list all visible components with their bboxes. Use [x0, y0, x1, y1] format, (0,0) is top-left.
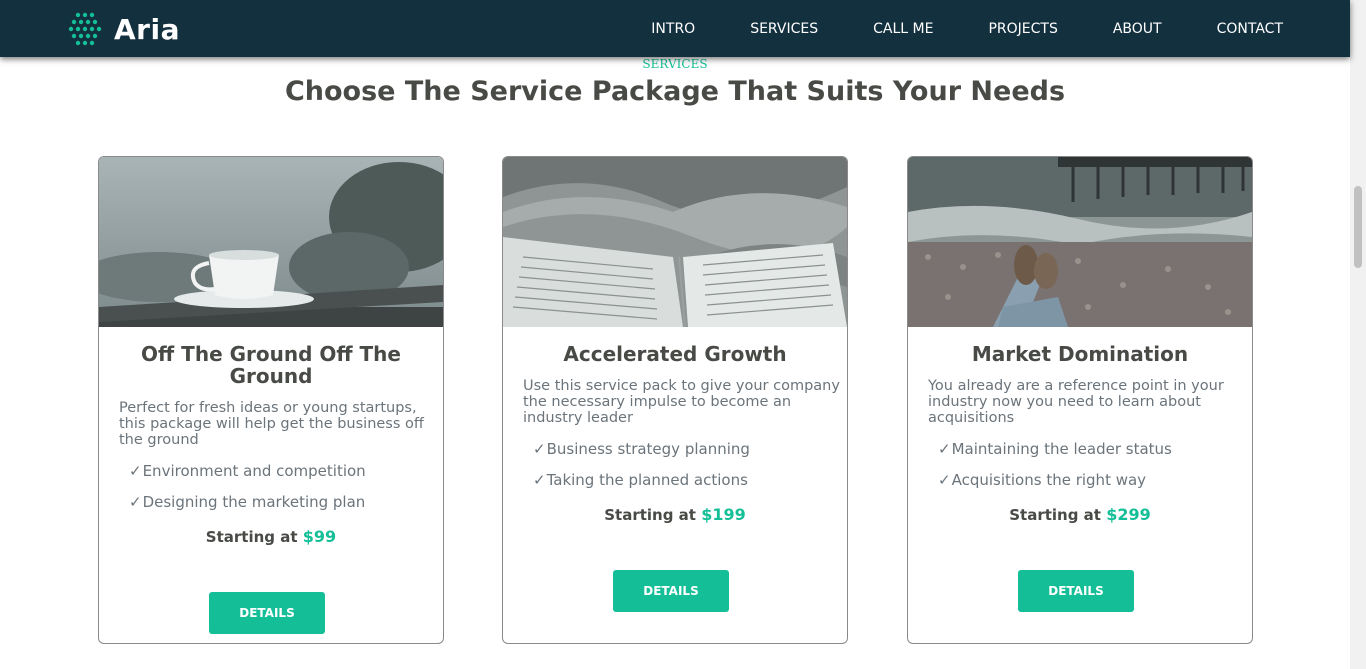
checkmark-icon: ✓: [533, 440, 546, 458]
feature-item: ✓Acquisitions the right way: [938, 471, 1147, 489]
brand-name: Aria: [114, 12, 180, 46]
nav-link-contact[interactable]: CONTACT: [1217, 21, 1283, 37]
price-value: $199: [701, 505, 746, 524]
page-scrollbar[interactable]: [1350, 0, 1366, 669]
dot-grid-logo-icon: [68, 12, 106, 46]
feature-item: ✓Taking the planned actions: [533, 471, 748, 489]
card-image-open-book: [503, 157, 847, 327]
price-value: $299: [1106, 505, 1151, 524]
checkmark-icon: ✓: [938, 440, 951, 458]
details-button[interactable]: DETAILS: [1018, 570, 1134, 612]
checkmark-icon: ✓: [129, 493, 142, 511]
card-title: Market Domination: [971, 342, 1189, 366]
card-description: Use this service pack to give your compa…: [523, 378, 840, 426]
nav-link-services[interactable]: SERVICES: [750, 21, 818, 37]
price-line: Starting at $99: [99, 527, 443, 546]
section-title: Choose The Service Package That Suits Yo…: [284, 76, 1066, 107]
feature-list: ✓Environment and competition ✓Designing …: [129, 456, 433, 518]
details-button[interactable]: DETAILS: [209, 592, 325, 634]
nav-link-intro[interactable]: INTRO: [651, 21, 695, 37]
feature-item: ✓Environment and competition: [129, 462, 366, 480]
checkmark-icon: ✓: [129, 462, 142, 480]
top-navbar: Aria INTRO SERVICES CALL ME PROJECTS ABO…: [0, 0, 1350, 57]
service-card-1: Off The Ground Off The Ground Perfect fo…: [98, 156, 444, 644]
price-line: Starting at $299: [908, 505, 1252, 524]
service-card-3: Market Domination You already are a refe…: [907, 156, 1253, 644]
checkmark-icon: ✓: [938, 471, 951, 489]
price-label: Starting at: [205, 528, 298, 546]
price-value: $99: [302, 527, 337, 546]
feature-item: ✓Maintaining the leader status: [938, 440, 1172, 458]
price-label: Starting at: [604, 506, 696, 524]
nav-link-projects[interactable]: PROJECTS: [988, 21, 1057, 37]
feature-list: ✓Maintaining the leader status ✓Acquisit…: [938, 434, 1242, 496]
section-label: SERVICES: [642, 57, 708, 71]
nav-link-about[interactable]: ABOUT: [1113, 21, 1162, 37]
feature-list: ✓Business strategy planning ✓Taking the …: [533, 434, 837, 496]
feature-item: ✓Business strategy planning: [533, 440, 750, 458]
checkmark-icon: ✓: [533, 471, 546, 489]
service-card-2: Accelerated Growth Use this service pack…: [502, 156, 848, 644]
feature-item: ✓Designing the marketing plan: [129, 493, 366, 511]
card-title: Accelerated Growth: [563, 342, 787, 366]
card-description: Perfect for fresh ideas or young startup…: [119, 400, 424, 448]
details-button[interactable]: DETAILS: [613, 570, 729, 612]
card-image-coffee-cup: [99, 157, 443, 327]
brand-logo[interactable]: Aria: [68, 12, 180, 46]
nav-menu: INTRO SERVICES CALL ME PROJECTS ABOUT CO…: [596, 0, 1283, 57]
price-line: Starting at $199: [503, 505, 847, 524]
card-image-beach-pier: [908, 157, 1252, 327]
nav-link-call-me[interactable]: CALL ME: [873, 21, 933, 37]
scrollbar-thumb[interactable]: [1354, 186, 1362, 268]
price-label: Starting at: [1009, 506, 1101, 524]
card-description: You already are a reference point in you…: [928, 378, 1224, 426]
card-title: Off The Ground Off The Ground: [141, 342, 401, 388]
